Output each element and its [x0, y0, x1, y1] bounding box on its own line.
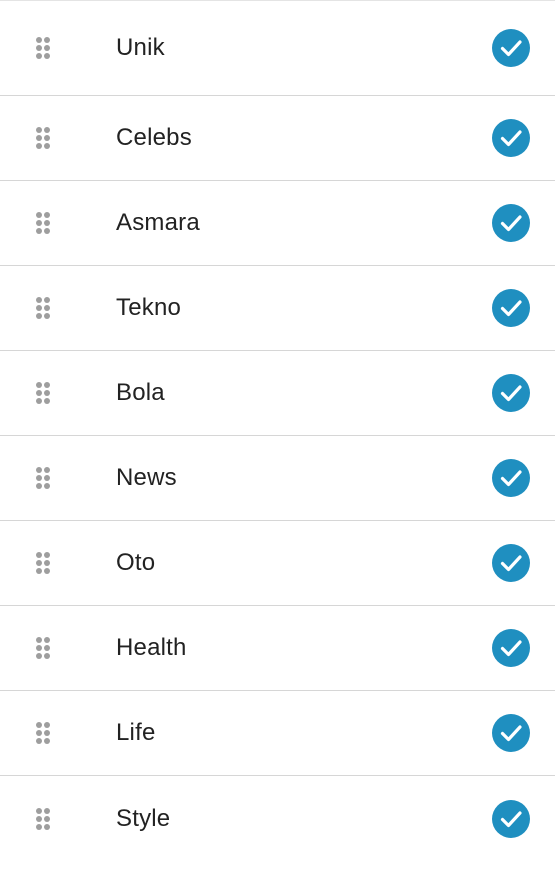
check-circle-icon[interactable] — [492, 29, 530, 67]
drag-handle-icon[interactable] — [35, 551, 51, 575]
check-circle-icon[interactable] — [492, 119, 530, 157]
category-list: Unik Celebs Asmara Tekno Bola News Oto H… — [0, 0, 555, 869]
category-row[interactable]: Celebs — [0, 96, 555, 181]
check-circle-icon[interactable] — [492, 374, 530, 412]
category-label: Unik — [116, 34, 165, 61]
category-row[interactable]: Oto — [0, 521, 555, 606]
check-circle-icon[interactable] — [492, 629, 530, 667]
category-label: Style — [116, 804, 171, 832]
drag-handle-icon[interactable] — [35, 807, 51, 831]
drag-handle-icon[interactable] — [35, 36, 51, 60]
drag-handle-icon[interactable] — [35, 636, 51, 660]
category-row[interactable]: Unik — [0, 1, 555, 96]
drag-handle-icon[interactable] — [35, 211, 51, 235]
category-row[interactable]: Asmara — [0, 181, 555, 266]
category-label: Asmara — [116, 209, 200, 236]
category-label: Life — [116, 719, 156, 746]
category-label: Oto — [116, 549, 156, 576]
drag-handle-icon[interactable] — [35, 296, 51, 320]
category-label: Celebs — [116, 124, 192, 151]
category-label: Tekno — [116, 294, 182, 321]
category-row[interactable]: Style — [0, 776, 555, 861]
category-label: News — [116, 464, 177, 491]
check-circle-icon[interactable] — [492, 799, 530, 838]
category-row[interactable]: Health — [0, 606, 555, 691]
check-circle-icon[interactable] — [492, 289, 530, 327]
check-circle-icon[interactable] — [492, 204, 530, 242]
check-circle-icon[interactable] — [492, 459, 530, 497]
check-circle-icon[interactable] — [492, 714, 530, 752]
category-label: Bola — [116, 379, 165, 406]
drag-handle-icon[interactable] — [35, 126, 51, 150]
check-circle-icon[interactable] — [492, 544, 530, 582]
drag-handle-icon[interactable] — [35, 381, 51, 405]
drag-handle-icon[interactable] — [35, 466, 51, 490]
category-row[interactable]: News — [0, 436, 555, 521]
category-row[interactable]: Bola — [0, 351, 555, 436]
category-row[interactable]: Life — [0, 691, 555, 776]
category-label: Health — [116, 634, 187, 661]
category-row[interactable]: Tekno — [0, 266, 555, 351]
drag-handle-icon[interactable] — [35, 721, 51, 745]
